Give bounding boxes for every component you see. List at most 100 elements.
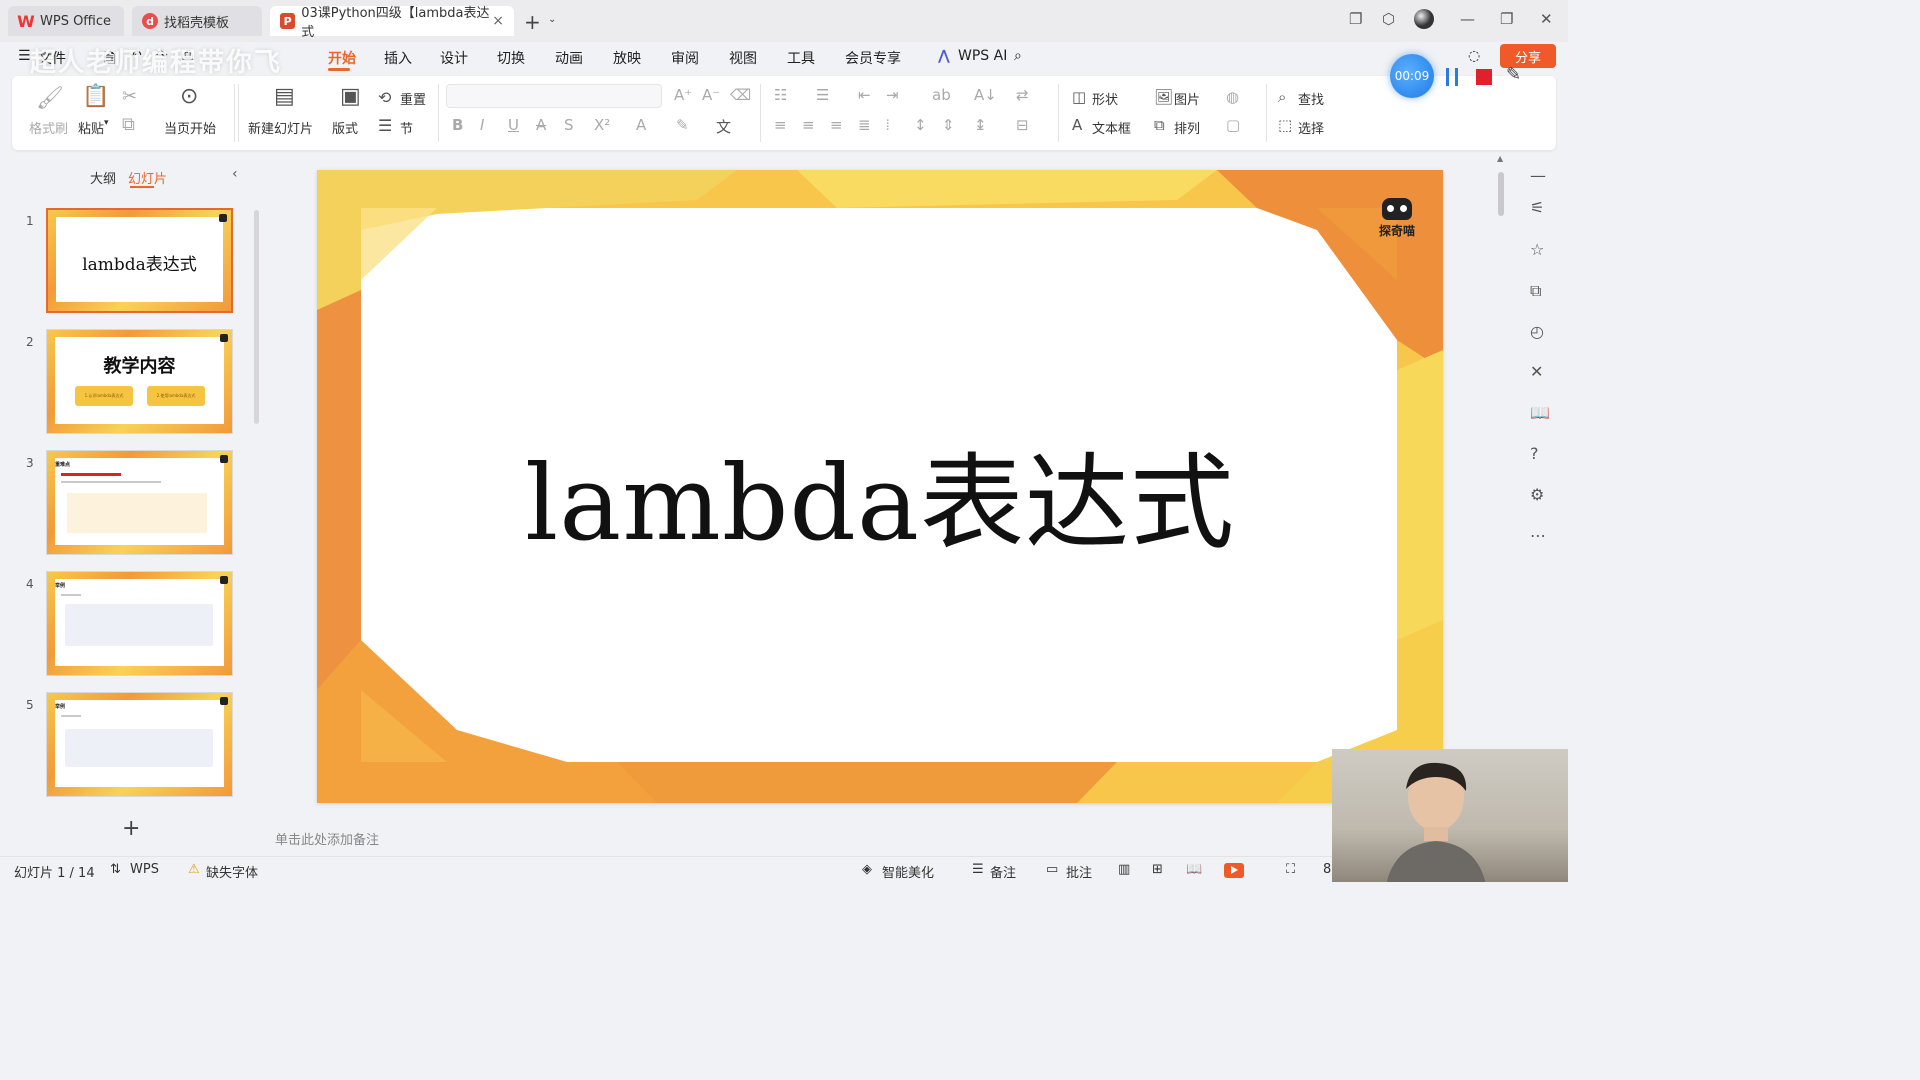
play-circle-icon[interactable]: ⊙ [180,84,198,109]
arrange-icon[interactable]: ⧉ [1154,116,1165,134]
underline-icon[interactable]: U [508,116,519,134]
minimize-icon[interactable]: — [1460,10,1475,28]
normal-view-icon[interactable]: ▥ [1118,862,1130,877]
format-painter-icon[interactable]: 🖌 [36,86,64,111]
layout-icon[interactable]: ▣ [340,84,361,109]
reading-view-icon[interactable]: 📖 [1186,862,1202,877]
align-right-icon[interactable]: ≡ [830,116,843,134]
convert-icon[interactable]: ⇄ [1016,86,1029,104]
align-center-icon[interactable]: ≡ [802,116,815,134]
menu-view[interactable]: 视图 [729,48,757,68]
decrease-indent-icon[interactable]: ⇤ [858,86,871,104]
minimize-sidebar-icon[interactable]: — [1530,166,1546,185]
avatar[interactable] [1413,8,1435,34]
play-from-current-button[interactable]: 当页开始 [164,118,216,137]
close-window-icon[interactable]: ✕ [1540,10,1553,28]
panel-scrollbar[interactable] [254,210,259,424]
textbox-icon[interactable]: A [1072,116,1082,134]
animation-icon[interactable]: ◴ [1530,322,1544,341]
copy-icon[interactable]: ⧉ [122,114,135,135]
numbered-list-icon[interactable]: ☰ [816,86,829,104]
cut-icon[interactable]: ✂ [122,86,137,107]
canvas-scrollbar[interactable] [1498,172,1504,216]
slide-title[interactable]: lambda表达式 [317,418,1443,569]
select-button[interactable]: 选择 [1298,118,1324,137]
menu-transition[interactable]: 切换 [497,48,525,68]
menu-animation[interactable]: 动画 [555,48,583,68]
cube-icon[interactable]: ⬡ [1382,10,1395,28]
font-name-input[interactable] [446,84,662,108]
slide-canvas[interactable]: 探奇喵 lambda表达式 [317,170,1443,803]
menu-wps-ai[interactable]: WPS AI [958,48,1007,64]
notes-button[interactable]: 备注 [990,862,1016,881]
smart-beautify-button[interactable]: 智能美化 [882,862,934,881]
menu-home[interactable]: 开始 [328,48,356,68]
zoom-level[interactable]: 8 [1323,862,1331,877]
line-spacing-icon[interactable]: ↕ [914,116,927,134]
paragraph-spacing-icon[interactable]: ⇕ [942,116,955,134]
play-slideshow-icon[interactable] [1224,863,1244,878]
find-button[interactable]: 查找 [1298,89,1324,108]
more-icon[interactable]: ⋯ [1530,526,1546,545]
select-icon[interactable]: ⬚ [1278,116,1292,134]
clear-format-icon[interactable]: ⌫ [730,86,751,104]
text-direction-icon[interactable]: ab [932,86,951,104]
tab-current-document[interactable]: P 03课Python四级【lambda表达式 × [270,6,514,40]
phonetic-icon[interactable]: 文 [716,116,731,137]
slide-thumbnail-5[interactable]: 举例 [46,692,233,797]
collapse-panel-icon[interactable]: ‹ [232,166,238,182]
pen-icon[interactable]: ✎ [1506,64,1521,85]
tab-slides[interactable]: 幻灯片 [128,168,167,187]
paste-button[interactable]: 粘贴 [78,118,104,137]
missing-font-button[interactable]: 缺失字体 [206,862,258,881]
outline-icon[interactable]: ▢ [1226,116,1240,134]
menu-tools[interactable]: 工具 [787,48,815,68]
hamburger-icon[interactable]: ☰ [18,48,31,64]
arrange-button[interactable]: 排列 [1174,118,1200,137]
add-slide-button[interactable]: + [122,816,140,841]
section-button[interactable]: 节 [400,118,413,137]
copy-layers-icon[interactable]: ⧉ [1530,281,1541,301]
wps-status[interactable]: WPS [130,862,159,877]
menu-review[interactable]: 审阅 [671,48,699,68]
new-slide-icon[interactable]: ▤ [274,84,295,109]
settings-icon[interactable]: ⚙ [1530,485,1544,504]
menu-design[interactable]: 设计 [440,48,468,68]
slide-thumbnail-2[interactable]: 教学内容 1.认识lambda表达式 2.使用lambda表达式 [46,329,233,434]
new-tab-button[interactable]: + [524,10,541,34]
font-color-icon[interactable]: A [636,116,646,134]
help-icon[interactable]: ◌ [1468,48,1480,64]
increase-font-icon[interactable]: A⁺ [674,86,692,104]
star-icon[interactable]: ☆ [1530,240,1544,259]
maximize-icon[interactable]: ❐ [1500,10,1513,28]
stop-recording-icon[interactable] [1476,69,1492,85]
text-align-icon[interactable]: ⊟ [1016,116,1029,134]
format-painter-button[interactable]: 格式刷 [29,118,68,137]
tab-docer-templates[interactable]: d 找稻壳模板 [132,6,262,36]
fit-window-icon[interactable]: ⛶ [1286,862,1295,877]
book-icon[interactable]: 📖 [1530,403,1550,422]
new-slide-button[interactable]: 新建幻灯片 [248,118,313,137]
line-height-icon[interactable]: ↨ [974,116,987,134]
paste-icon[interactable]: 📋 [82,84,109,109]
distribute-icon[interactable]: ⦙ [886,116,889,134]
shadow-icon[interactable]: S [564,116,574,134]
reset-button[interactable]: 重置 [400,89,426,108]
close-tab-icon[interactable]: × [492,13,504,29]
slide-thumbnail-1[interactable]: lambda表达式 [46,208,233,313]
window-tile-icon[interactable]: ❐ [1349,10,1362,28]
picture-button[interactable]: 图片 [1174,89,1200,108]
shape-icon[interactable]: ◫ [1072,88,1086,106]
bold-icon[interactable]: B [452,116,463,134]
italic-icon[interactable]: I [480,116,484,134]
tab-list-chevron-icon[interactable]: ⌄ [548,14,556,25]
menu-insert[interactable]: 插入 [384,48,412,68]
search-icon[interactable]: ⌕ [1014,48,1022,64]
bullet-list-icon[interactable]: ☷ [774,86,787,104]
menu-member[interactable]: 会员专享 [845,48,901,68]
decrease-font-icon[interactable]: A⁻ [702,86,720,104]
adjust-icon[interactable]: ⚟ [1530,198,1544,217]
justify-icon[interactable]: ≣ [858,116,871,134]
superscript-icon[interactable]: X² [594,116,610,134]
tab-wps-office[interactable]: W WPS Office [8,6,124,36]
